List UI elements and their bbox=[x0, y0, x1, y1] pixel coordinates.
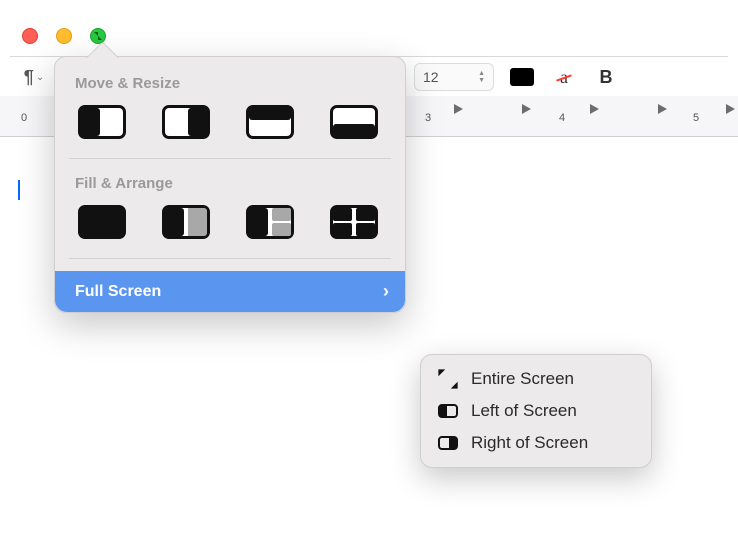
section-title-fill-arrange: Fill & Arrange bbox=[55, 171, 405, 202]
entire-screen-label: Entire Screen bbox=[471, 369, 574, 389]
enter-fullscreen-icon bbox=[437, 370, 459, 388]
ruler-tick-label: 0 bbox=[21, 112, 27, 124]
left-of-screen-item[interactable]: Left of Screen bbox=[421, 395, 651, 427]
left-half-icon bbox=[437, 402, 459, 420]
top-half-icon bbox=[246, 105, 294, 139]
ruler-tick-label: 4 bbox=[559, 112, 565, 124]
chevron-down-icon: ⌄ bbox=[36, 72, 44, 83]
entire-screen-item[interactable]: Entire Screen bbox=[421, 363, 651, 395]
stepper-icon: ▲▼ bbox=[478, 70, 485, 84]
fill-button[interactable] bbox=[77, 204, 127, 240]
app-window: ¶ ⌄ ▲▼ 12 ▲▼ a B 0 3 4 5 bbox=[0, 0, 738, 538]
left-half-icon bbox=[78, 105, 126, 139]
font-size-select[interactable]: 12 ▲▼ bbox=[414, 63, 494, 91]
right-of-screen-item[interactable]: Right of Screen bbox=[421, 427, 651, 459]
tab-stop-icon[interactable] bbox=[590, 104, 599, 114]
section-title-move-resize: Move & Resize bbox=[55, 71, 405, 102]
color-swatch-icon bbox=[510, 68, 534, 86]
move-resize-row bbox=[55, 102, 405, 158]
tab-stop-icon[interactable] bbox=[454, 104, 463, 114]
menu-divider bbox=[69, 258, 391, 259]
arrange-left-icon bbox=[162, 205, 210, 239]
chevron-right-icon: › bbox=[383, 281, 389, 302]
ruler-tick-label: 5 bbox=[693, 112, 699, 124]
right-of-screen-label: Right of Screen bbox=[471, 433, 588, 453]
arrange-left-button[interactable] bbox=[161, 204, 211, 240]
full-screen-menu-item[interactable]: Full Screen › bbox=[55, 271, 405, 312]
tab-stop-icon[interactable] bbox=[658, 104, 667, 114]
right-half-icon bbox=[162, 105, 210, 139]
tile-top-half-button[interactable] bbox=[245, 104, 295, 140]
arrange-right-button[interactable] bbox=[245, 204, 295, 240]
arrange-right-icon bbox=[246, 205, 294, 239]
bold-icon: B bbox=[600, 67, 613, 88]
menu-callout bbox=[86, 41, 119, 74]
tab-stop-icon[interactable] bbox=[522, 104, 531, 114]
tab-stop-icon[interactable] bbox=[726, 104, 735, 114]
font-size-value: 12 bbox=[423, 69, 472, 85]
ruler-tick-label: 3 bbox=[425, 112, 431, 124]
fill-arrange-row bbox=[55, 202, 405, 258]
window-controls bbox=[22, 28, 106, 44]
tile-bottom-half-button[interactable] bbox=[329, 104, 379, 140]
quarters-icon bbox=[330, 205, 378, 239]
window-tiling-menu: Move & Resize Fill & Arrange bbox=[54, 56, 406, 313]
fill-icon bbox=[78, 205, 126, 239]
pilcrow-icon: ¶ bbox=[24, 67, 34, 88]
tile-left-half-button[interactable] bbox=[77, 104, 127, 140]
menu-divider bbox=[69, 158, 391, 159]
bold-button[interactable]: B bbox=[592, 64, 620, 90]
quarters-button[interactable] bbox=[329, 204, 379, 240]
text-color-button[interactable] bbox=[508, 64, 536, 90]
tile-right-half-button[interactable] bbox=[161, 104, 211, 140]
left-of-screen-label: Left of Screen bbox=[471, 401, 577, 421]
full-screen-label: Full Screen bbox=[75, 283, 161, 301]
close-button[interactable] bbox=[22, 28, 38, 44]
right-half-icon bbox=[437, 434, 459, 452]
minimize-button[interactable] bbox=[56, 28, 72, 44]
text-cursor bbox=[18, 180, 20, 200]
bottom-half-icon bbox=[330, 105, 378, 139]
strikethrough-icon: a bbox=[560, 67, 568, 88]
full-screen-submenu: Entire Screen Left of Screen Right of Sc… bbox=[420, 354, 652, 468]
strikethrough-color-button[interactable]: a bbox=[550, 64, 578, 90]
paragraph-styles-button[interactable]: ¶ ⌄ bbox=[20, 64, 48, 90]
